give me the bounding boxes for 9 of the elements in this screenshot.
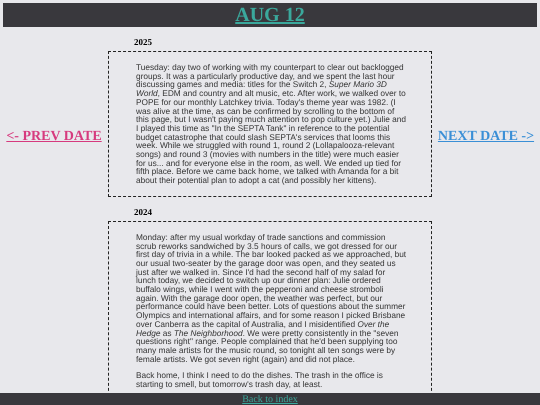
back-to-index-link[interactable]: Back to index [242, 394, 298, 404]
entry-paragraph: Back home, I think I need to do the dishes. The trash in the office is starting to smell, but tomorrow's trash day, at least. [136, 371, 384, 389]
prev-date-link[interactable]: <- PREV DATE [6, 129, 102, 145]
entry-paragraph: Monday: after my usual workday of trade sanctions and commission scrub reworks sandwiched by 3.5 hours of calls, we got dressed for our first day of trivia in a while. The bar looked packed as we approached, but our usual two-seater by the garage door was open, and they seated us just after we walked in. Since I'd had the second half of my salad for lunch today, we decided to switch up our dinner plan: Julie ordered buffalo wings, while I went with the pepperoni and cheese stromboli again. With the garage door open, the weather was perfect, but our performance could have been better. Lots of questions about the summer Olympics and international affairs, and for some reason I picked Brisbane over Canberra as the capital of Australia, and I misidentified Over the Hedge as The Neighborhood. We were pretty consistently in the "seven questions right" range. People complained that he'd been supplying too many male artists for the music round, so tonight all ten songs were by female artists. We got seven right (again) and did not place. [136, 232, 407, 364]
year-heading: 2024 [134, 206, 153, 217]
entry-paragraph: Tuesday: day two of working with my counterpart to clear out backlogged groups. It was a particularly productive day, and we spent the last hour discussing games and media: titles for the Switch 2, Super Mario 3D World, EDM and country and alt music, etc. After work, we walked over to POPE for our monthly Latchkey trivia. Today's theme year was 1982. (I was alive at the time, as can be confirmed by scrolling to the bottom of this page, but I wasn't paying much attention to pop culture yet.) Julie and I played this time as "In the SEPTA Tank" in reference to the potential budget catastrophe that could slash SEPTA's services that looms this week. While we struggled with round 1, round 2 (Lollapalooza-relevant songs) and round 3 (movies with numbers in the title) were much easier for us... and for everyone else in the room, as well. We ended up tied for fifth place. Before we came back home, we talked with Amanda for a bit about their potential plan to adopt a cat (and possibly her kittens). [136, 63, 407, 185]
date-title-link[interactable]: AUG 12 [235, 4, 305, 26]
year-heading: 2025 [134, 37, 153, 47]
next-date-link[interactable]: NEXT DATE -> [438, 129, 534, 145]
